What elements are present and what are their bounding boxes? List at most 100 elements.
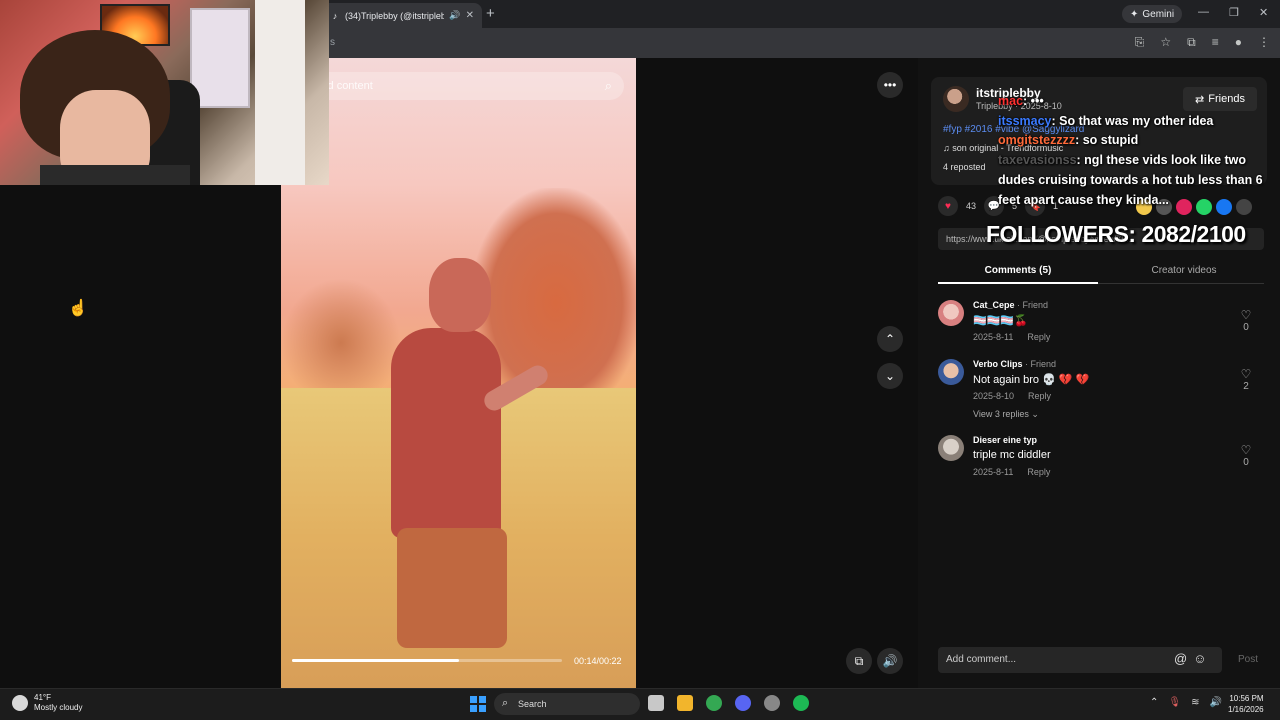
- heart-outline-icon: ♡: [1240, 367, 1252, 381]
- post-button[interactable]: Post: [1238, 654, 1258, 665]
- wifi-icon[interactable]: ≋: [1191, 697, 1199, 708]
- media-icon[interactable]: ≡: [1212, 35, 1219, 50]
- view-replies-button[interactable]: View 3 replies ⌄: [973, 409, 1039, 420]
- comment-like[interactable]: ♡ 0: [1236, 308, 1256, 333]
- followers-goal-overlay: FOLLOWERS: 2082/2100: [986, 221, 1246, 247]
- commenter-name[interactable]: Verbo Clips · Friend: [973, 359, 1056, 369]
- reply-button[interactable]: Reply: [1028, 391, 1051, 401]
- volume-icon[interactable]: 🔊: [1209, 697, 1221, 708]
- gemini-button[interactable]: ✦ Gemini: [1122, 5, 1183, 23]
- maximize-button[interactable]: ❐: [1229, 6, 1239, 19]
- music-note-icon: ♫: [943, 143, 953, 153]
- comment-text: 🏳️‍⚧️🏳️‍⚧️🏳️‍⚧️🍒: [973, 315, 1028, 327]
- microphone-icon[interactable]: 🎙: [1168, 697, 1181, 708]
- search-icon[interactable]: ⌕: [605, 78, 612, 94]
- heart-outline-icon: ♡: [1240, 308, 1252, 322]
- comment-date: 2025-8-10: [973, 391, 1015, 401]
- profile-avatar-icon[interactable]: ●: [1235, 35, 1242, 50]
- reply-button[interactable]: Reply: [1027, 467, 1050, 477]
- webcam-overlay: [0, 0, 329, 185]
- mention-icon[interactable]: @: [1174, 651, 1187, 666]
- chat-username: taxevasionss: [998, 153, 1077, 168]
- comment-date: 2025-8-11: [973, 332, 1014, 342]
- commenter-avatar[interactable]: [938, 300, 964, 326]
- clock-time: 10:56 PM: [1229, 694, 1264, 703]
- taskbar-clock[interactable]: 10:56 PM 1/16/2026: [1228, 693, 1264, 715]
- chrome-icon[interactable]: [706, 695, 722, 711]
- commenter-avatar[interactable]: [938, 435, 964, 461]
- video-player[interactable]: [281, 58, 636, 688]
- taskbar-search[interactable]: ⌕ Search: [494, 693, 640, 715]
- video-person-body: [391, 328, 501, 538]
- sparkle-icon: ✦: [1130, 8, 1139, 20]
- chat-message: taxevasionss: ngl these vids look like t…: [998, 151, 1280, 210]
- chat-username: omgitstezzzz: [998, 133, 1076, 148]
- more-options-button[interactable]: •••: [877, 72, 903, 98]
- minimize-button[interactable]: —: [1198, 6, 1209, 18]
- screen: ♪ (34)Triplebby (@itstriplebby 🔊 ✕ + ✦ G…: [0, 0, 1280, 720]
- close-tab-icon[interactable]: ✕: [466, 10, 474, 21]
- tab-creator-videos[interactable]: Creator videos: [1104, 260, 1264, 284]
- browser-menu-icon[interactable]: ⋮: [1258, 35, 1270, 50]
- chat-username: mac: [998, 94, 1024, 108]
- tab-comments[interactable]: Comments (5): [938, 260, 1098, 284]
- bookmark-star-icon[interactable]: ☆: [1160, 35, 1171, 50]
- door: [255, 0, 305, 185]
- commenter-avatar[interactable]: [938, 359, 964, 385]
- comment-meta: 2025-8-11 Reply: [973, 332, 1050, 342]
- emoji-icon[interactable]: ☺: [1193, 651, 1206, 666]
- streamer-shirt: [40, 165, 190, 185]
- reply-button[interactable]: Reply: [1027, 332, 1050, 342]
- comment-meta: 2025-8-10 Reply: [973, 391, 1051, 401]
- chat-message: omgitstezzzz: so stupid: [998, 131, 1280, 151]
- related-search-bar[interactable]: related content ⌕: [288, 72, 624, 100]
- volume-button[interactable]: 🔊: [877, 648, 903, 674]
- gemini-label: Gemini: [1142, 8, 1175, 20]
- friend-badge: · Friend: [1025, 359, 1057, 369]
- commenter-name[interactable]: Dieser eine typ: [973, 435, 1037, 445]
- tab-title: (34)Triplebby (@itstriplebby: [345, 10, 445, 21]
- clock-date: 1/16/2026: [1228, 705, 1264, 714]
- chat-message: mac: •••: [998, 92, 1280, 112]
- hand-cursor-icon: ☝: [68, 300, 88, 317]
- heart-outline-icon: ♡: [1240, 443, 1252, 457]
- cloud-icon: [12, 695, 28, 711]
- toolbar-icons: ⎘ ☆ ⧉ ≡ ● ⋮: [1135, 35, 1270, 50]
- heart-icon: ♥: [945, 200, 951, 212]
- close-window-button[interactable]: ✕: [1259, 6, 1268, 19]
- chat-message: itssmacy: So that was my other idea: [998, 112, 1280, 132]
- next-video-button[interactable]: ⌄: [877, 363, 903, 389]
- chat-separator: :: [1023, 94, 1031, 108]
- weather-widget[interactable]: 41°F Mostly cloudy: [12, 693, 82, 713]
- comment-meta: 2025-8-11 Reply: [973, 467, 1050, 477]
- extensions-icon[interactable]: ⧉: [1187, 35, 1196, 50]
- chat-text: so stupid: [1082, 133, 1139, 148]
- comment-tabs: Comments (5) Creator videos: [938, 260, 1264, 284]
- comment-like[interactable]: ♡ 0: [1236, 443, 1256, 468]
- spotify-icon[interactable]: [793, 695, 809, 711]
- comment-like[interactable]: ♡ 2: [1236, 367, 1256, 392]
- video-progress-bar[interactable]: [292, 659, 562, 662]
- new-tab-button[interactable]: +: [486, 5, 495, 22]
- comment-item: Dieser eine typ triple mc diddler 2025-8…: [938, 435, 1264, 485]
- chevron-up-icon[interactable]: ⌃: [1150, 697, 1158, 708]
- comment-text: triple mc diddler: [973, 449, 1051, 461]
- previous-video-button[interactable]: ⌃: [877, 326, 903, 352]
- like-button[interactable]: ♥: [938, 196, 958, 216]
- commenter-name[interactable]: Cat_Cepe · Friend: [973, 300, 1048, 310]
- discord-icon[interactable]: [735, 695, 751, 711]
- task-view-icon[interactable]: [648, 695, 664, 711]
- creator-avatar[interactable]: [943, 86, 969, 112]
- tiktok-icon: ♪: [332, 10, 338, 21]
- chat-text: So that was my other idea: [1059, 113, 1214, 128]
- address-text[interactable]: s: [330, 37, 335, 48]
- chat-separator: :: [1051, 113, 1060, 128]
- windows-start-icon[interactable]: [470, 696, 486, 712]
- miniplayer-button[interactable]: ⧉: [846, 648, 872, 674]
- comment-like-count: 0: [1243, 457, 1249, 468]
- file-explorer-icon[interactable]: [677, 695, 693, 711]
- browser-tab[interactable]: ♪ (34)Triplebby (@itstriplebby 🔊 ✕: [322, 3, 482, 28]
- cast-icon[interactable]: ⎘: [1135, 35, 1145, 50]
- speaker-icon[interactable]: 🔊: [449, 10, 460, 21]
- obs-icon[interactable]: [764, 695, 780, 711]
